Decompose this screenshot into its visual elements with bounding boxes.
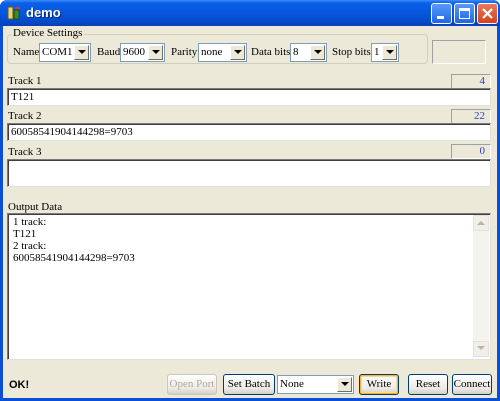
parity-select[interactable]: none	[198, 43, 247, 62]
stop-bits-label: Stop bits	[332, 46, 371, 58]
name-label: Name	[13, 46, 40, 58]
chevron-down-icon[interactable]	[74, 45, 89, 60]
batch-select[interactable]: None	[277, 375, 354, 394]
open-port-button[interactable]: Open Port	[167, 374, 217, 395]
chevron-down-icon[interactable]	[337, 377, 352, 392]
data-bits-label: Data bits	[251, 46, 291, 58]
stop-bits-select-value: 1	[374, 46, 380, 58]
track-1-input[interactable]: T121	[7, 88, 491, 106]
chevron-down-icon[interactable]	[148, 45, 163, 60]
window-title: demo	[26, 5, 61, 20]
reset-button[interactable]: Reset	[408, 374, 448, 395]
data-bits-select-value: 8	[293, 46, 299, 58]
track-3-label: Track 3	[8, 146, 42, 158]
track-2-label: Track 2	[8, 110, 42, 122]
baud-label: Baud	[97, 46, 121, 58]
app-icon	[7, 6, 20, 20]
scroll-down-button[interactable]	[473, 341, 489, 357]
batch-select-value: None	[280, 378, 304, 390]
output-scrollbar[interactable]	[473, 215, 489, 357]
client-area: Device Settings Name COM1 Baud 9600 Pari…	[3, 26, 497, 398]
name-select[interactable]: COM1	[39, 43, 91, 62]
output-line: 6005854190414429​8=9703	[13, 252, 135, 264]
track-1-label: Track 1	[8, 75, 42, 87]
output-line: 1 track:	[13, 216, 47, 228]
minimize-icon	[437, 16, 444, 19]
device-settings-label: Device Settings	[11, 27, 85, 39]
track-2-input[interactable]: 6005854190414429​8=9703	[7, 123, 491, 141]
chevron-down-icon[interactable]	[382, 45, 397, 60]
title-bar[interactable]: demo	[0, 0, 500, 26]
baud-select[interactable]: 9600	[120, 43, 165, 62]
close-icon	[482, 8, 493, 19]
minimize-button[interactable]	[431, 3, 452, 24]
maximize-icon	[459, 8, 470, 19]
chevron-up-icon	[477, 221, 485, 225]
chevron-down-icon[interactable]	[230, 45, 245, 60]
output-line: T121	[13, 228, 37, 240]
output-textarea[interactable]: 1 track: T121 2 track: 6005854190414429​…	[7, 213, 491, 360]
parity-select-value: none	[201, 46, 223, 58]
data-bits-select[interactable]: 8	[290, 43, 327, 62]
scroll-up-button[interactable]	[473, 215, 489, 231]
name-select-value: COM1	[42, 46, 73, 58]
chevron-down-icon	[477, 346, 485, 350]
maximize-button[interactable]	[454, 3, 475, 24]
connection-indicator	[432, 40, 486, 64]
baud-select-value: 9600	[123, 46, 145, 58]
connect-button[interactable]: Connect	[452, 374, 492, 395]
set-batch-button[interactable]: Set Batch	[223, 374, 275, 395]
write-button[interactable]: Write	[359, 374, 399, 395]
parity-label: Parity	[171, 46, 198, 58]
chevron-down-icon[interactable]	[310, 45, 325, 60]
status-text: OK!	[9, 379, 30, 391]
output-data-label: Output Data	[8, 201, 63, 213]
track-3-count: 0	[451, 144, 491, 159]
track-3-input[interactable]	[7, 159, 491, 187]
output-line: 2 track:	[13, 240, 47, 252]
track-1-count: 4	[451, 74, 491, 89]
track-2-count: 22	[451, 109, 491, 124]
stop-bits-select[interactable]: 1	[371, 43, 399, 62]
close-button[interactable]	[477, 3, 498, 24]
app-window: demo Device Settings Name COM1 Baud 9600…	[0, 0, 500, 401]
